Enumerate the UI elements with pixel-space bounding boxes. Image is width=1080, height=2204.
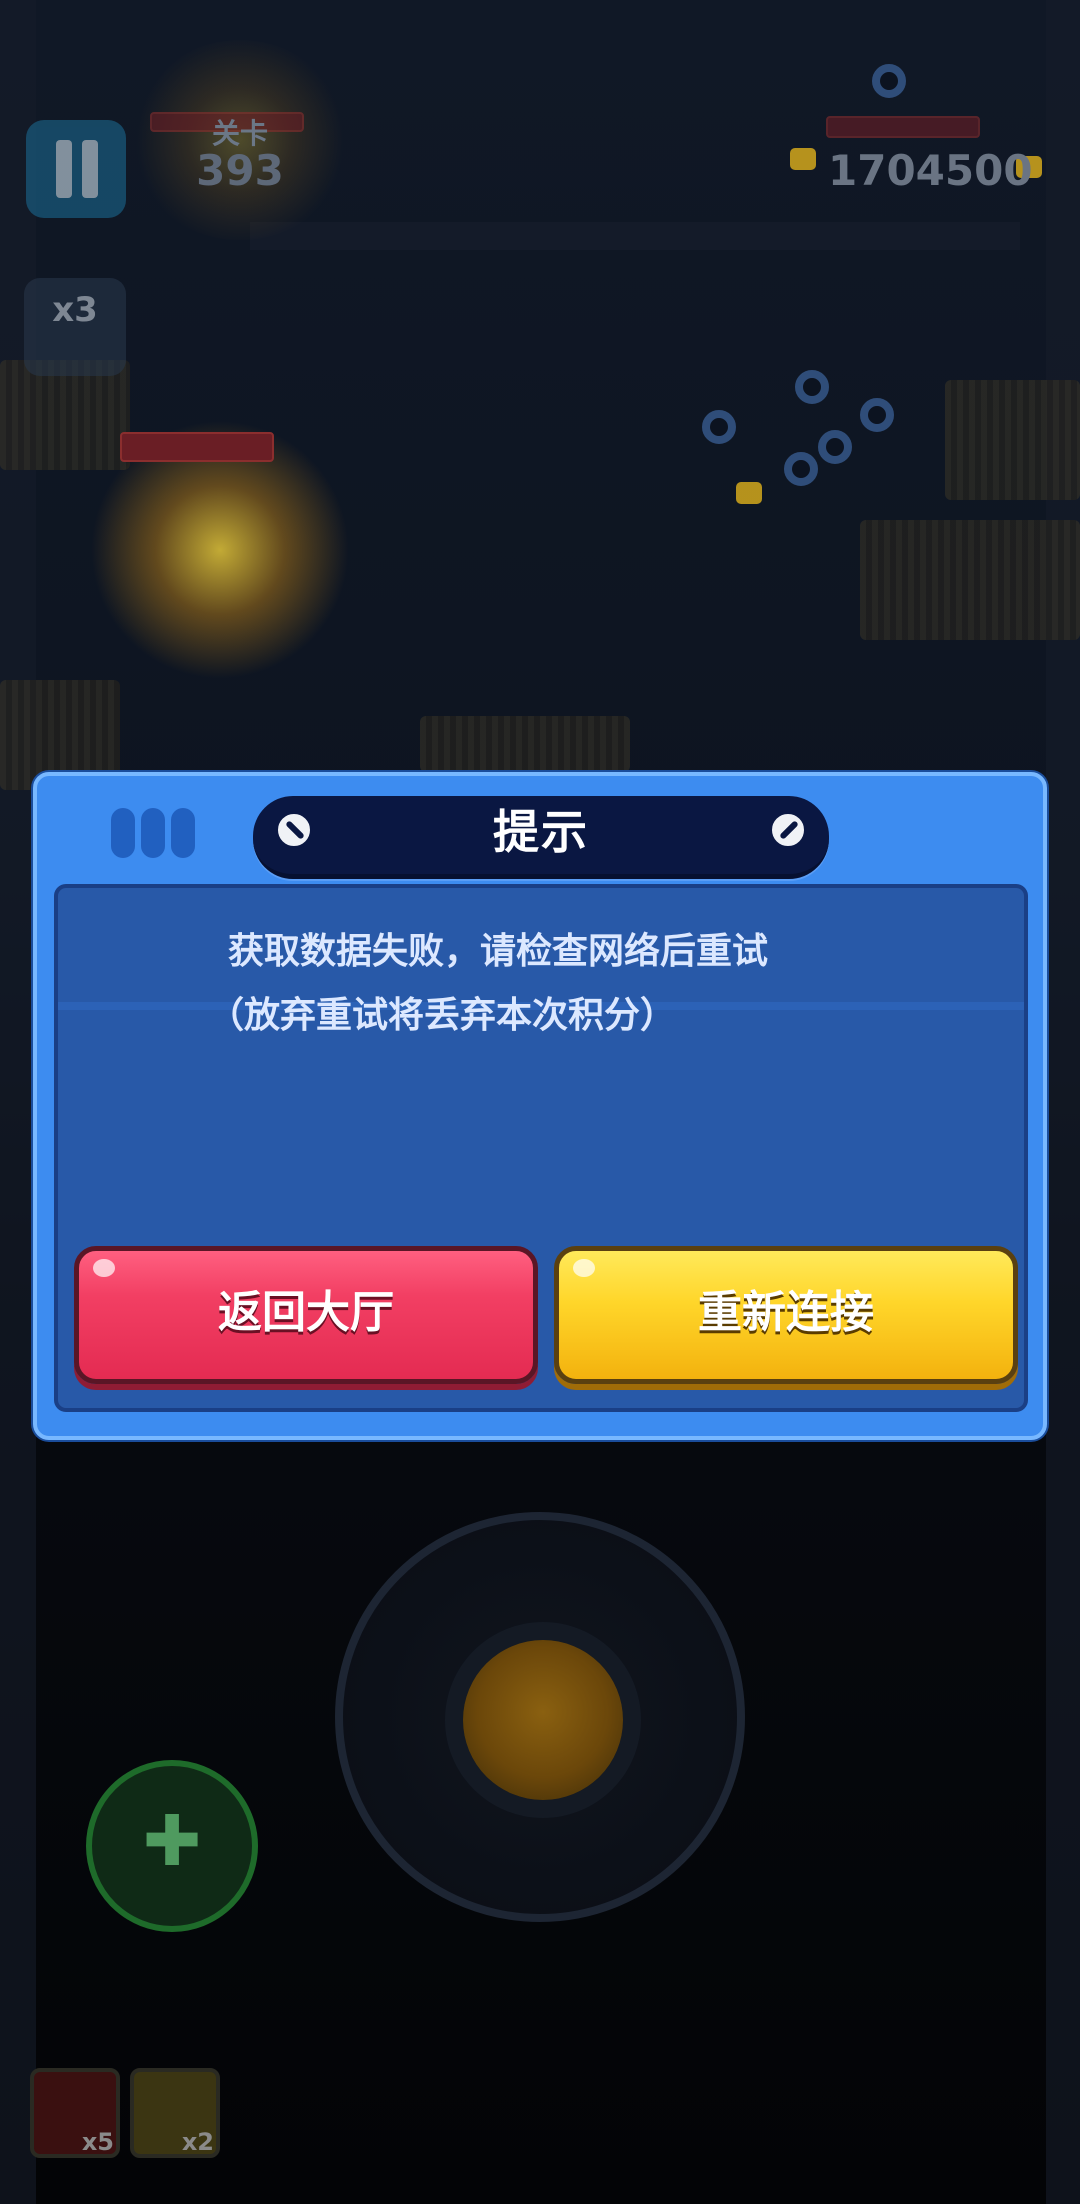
heal-skill-button[interactable]: ✚: [86, 1760, 258, 1932]
score-value: 1704500: [828, 146, 1033, 195]
enemy-health-bar: [826, 116, 980, 138]
dialog-title: 提示: [493, 805, 589, 859]
network-error-dialog: 提示 获取数据失败，请检查网络后重试 （放弃重试将丢弃本次积分） 返回大厅 重新…: [33, 772, 1047, 1440]
track-rail: [250, 222, 1020, 250]
joystick-knob[interactable]: [463, 1640, 623, 1800]
screw-icon: [769, 811, 807, 849]
nut-icon: [818, 430, 852, 464]
inventory-slot-sword[interactable]: x5: [30, 2068, 120, 2158]
pause-icon: [56, 140, 72, 198]
back-to-lobby-button[interactable]: 返回大厅: [74, 1246, 538, 1384]
grip-decoration: [141, 808, 165, 858]
dialog-content-panel: 获取数据失败，请检查网络后重试 （放弃重试将丢弃本次积分） 返回大厅 重新连接: [54, 884, 1028, 1412]
pause-icon: [82, 140, 98, 198]
nut-icon: [784, 452, 818, 486]
pause-button[interactable]: [26, 120, 126, 218]
hay-bale: [860, 520, 1080, 640]
reconnect-button[interactable]: 重新连接: [554, 1246, 1018, 1384]
inventory-slot-shield[interactable]: x2: [130, 2068, 220, 2158]
gloss-highlight: [93, 1259, 115, 1277]
nut-icon: [860, 398, 894, 432]
dialog-title-bar: 提示: [253, 796, 829, 879]
grip-decoration: [171, 808, 195, 858]
reconnect-label: 重新连接: [698, 1287, 874, 1338]
hay-bale: [420, 716, 630, 772]
item-count: x5: [81, 2128, 114, 2156]
speed-multiplier-button[interactable]: x3: [24, 278, 126, 376]
dialog-message: 获取数据失败，请检查网络后重试: [228, 931, 769, 972]
item-count: x2: [181, 2128, 214, 2156]
back-to-lobby-label: 返回大厅: [218, 1287, 394, 1338]
enemy-health-bar: [120, 432, 274, 462]
coin-icon: [790, 148, 816, 170]
gloss-highlight: [573, 1259, 595, 1277]
nut-icon: [872, 64, 906, 98]
nut-icon: [702, 410, 736, 444]
level-number: 393: [196, 146, 284, 195]
hay-bale: [0, 360, 130, 470]
grip-decoration: [111, 808, 135, 858]
hay-bale: [945, 380, 1080, 500]
nut-icon: [795, 370, 829, 404]
coin-icon: [736, 482, 762, 504]
plus-icon: ✚: [142, 1800, 202, 1882]
dialog-submessage: （放弃重试将丢弃本次积分）: [208, 995, 677, 1036]
right-wall: [1046, 0, 1080, 2204]
